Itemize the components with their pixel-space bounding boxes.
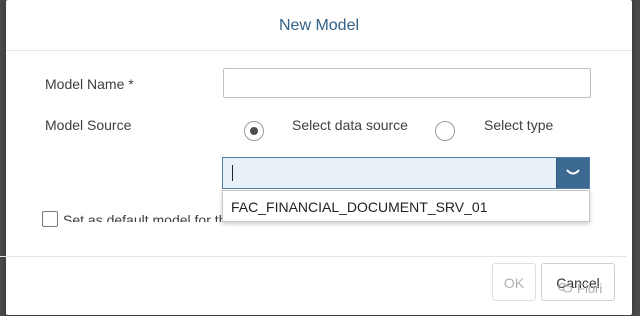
select-data-source-label[interactable]: Select data source xyxy=(292,117,408,133)
data-source-dropdown-list: FAC_FINANCIAL_DOCUMENT_SRV_01 xyxy=(222,190,590,222)
text-cursor xyxy=(232,165,233,181)
model-source-label: Model Source xyxy=(45,117,132,133)
chevron-down-icon xyxy=(566,169,580,175)
default-model-checkbox[interactable] xyxy=(42,211,58,227)
ok-button-label: OK xyxy=(503,275,525,291)
chat-icon xyxy=(558,283,572,293)
watermark-text: Fiori xyxy=(577,281,603,296)
select-type-label[interactable]: Select type xyxy=(484,117,553,133)
select-type-radio[interactable] xyxy=(435,121,455,141)
dropdown-item-label: FAC_FINANCIAL_DOCUMENT_SRV_01 xyxy=(231,199,488,215)
ok-button[interactable]: OK xyxy=(492,263,536,301)
radio-selected-dot xyxy=(250,127,258,135)
model-name-label: Model Name * xyxy=(45,76,134,92)
model-name-input[interactable] xyxy=(223,68,591,98)
dialog-header: New Model xyxy=(6,0,632,51)
data-source-combobox[interactable] xyxy=(222,157,590,189)
dropdown-toggle-button[interactable] xyxy=(556,158,589,188)
dropdown-item-fac-financial-document[interactable]: FAC_FINANCIAL_DOCUMENT_SRV_01 xyxy=(223,191,589,221)
dialog-title: New Model xyxy=(278,17,360,34)
select-data-source-radio[interactable] xyxy=(244,121,264,141)
